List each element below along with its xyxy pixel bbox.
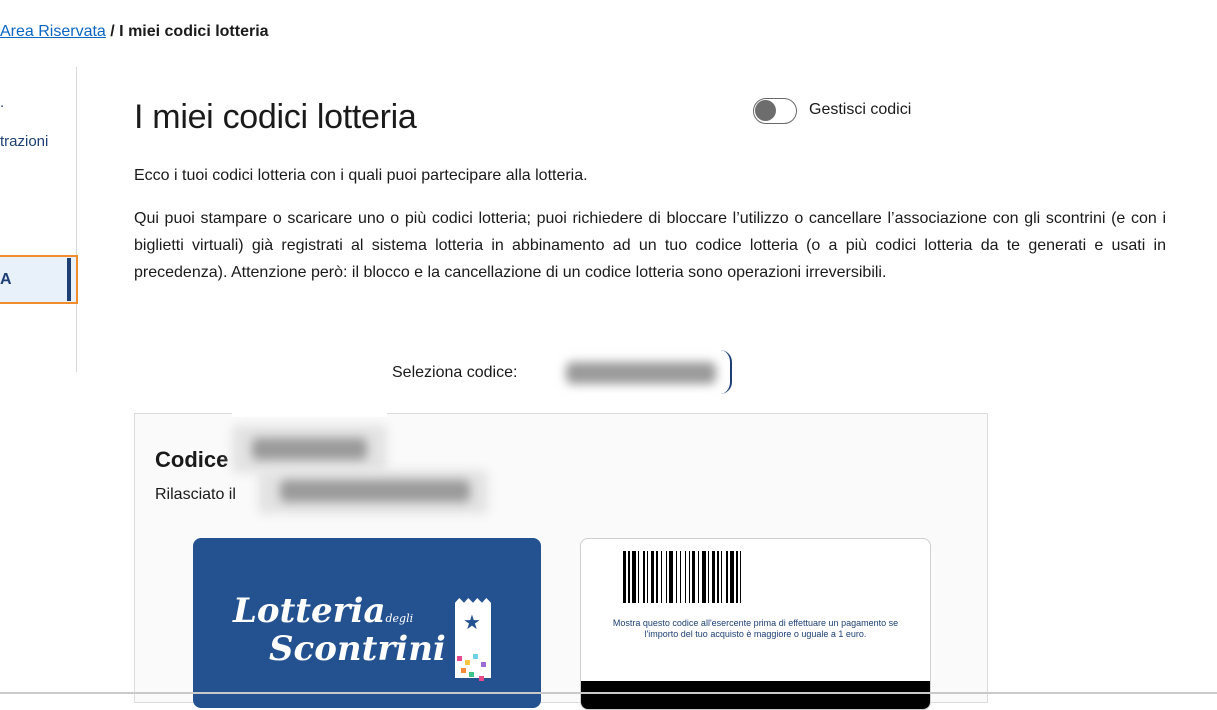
pixel-decoration: [473, 654, 478, 659]
barcode-stripe: [666, 551, 667, 603]
barcode-stripe: [726, 551, 728, 603]
logo-line-2: Scontrini: [269, 629, 446, 669]
barcode-stripe: [721, 551, 722, 603]
page-title: I miei codici lotteria: [134, 98, 417, 136]
barcode-stripe: [692, 551, 695, 603]
pixel-decoration: [461, 668, 466, 673]
card-title: Codice: [155, 447, 229, 472]
breadcrumb: Area Riservata / I miei codici lotteria: [0, 23, 269, 41]
pixel-decoration: [465, 660, 470, 665]
barcode: [623, 551, 741, 603]
select-code-label: Seleziona codice:: [392, 364, 518, 381]
barcode-stripe: [638, 551, 639, 603]
card-issued-label: Rilasciato il: [155, 486, 236, 503]
barcode-stripe: [669, 551, 673, 603]
barcode-stripe: [676, 551, 677, 603]
select-code-dropdown[interactable]: [552, 350, 732, 394]
description-text: Qui puoi stampare o scaricare uno o più …: [134, 210, 1166, 281]
intro-text: Ecco i tuoi codici lotteria con i quali …: [134, 167, 588, 184]
barcode-stripe: [685, 551, 686, 603]
lottery-logo: Lotteriadegli Scontrini: [233, 594, 446, 666]
redacted-code-value: [566, 362, 716, 384]
barcode-stripe: [689, 551, 690, 603]
barcode-stripe: [717, 551, 719, 603]
sidebar-item-active[interactable]: A: [0, 255, 78, 304]
logo-line-1: Lotteria: [233, 591, 386, 631]
barcode-stripe: [712, 551, 715, 603]
barcode-card: Mostra questo codice all'esercente prima…: [580, 538, 931, 710]
sidebar-active-indicator: [67, 258, 71, 301]
redacted-issue-date-text: [280, 480, 470, 502]
pixel-decoration: [469, 672, 474, 677]
barcode-stripe: [623, 551, 626, 603]
star-icon: ★: [463, 612, 481, 634]
barcode-stripe: [708, 551, 709, 603]
logo-small: degli: [385, 612, 414, 625]
lottery-logo-card: Lotteriadegli Scontrini ★: [193, 538, 541, 708]
barcode-stripe: [736, 551, 738, 603]
barcode-stripe: [661, 551, 662, 603]
sidebar-item-registrazioni[interactable]: trazioni: [0, 133, 48, 150]
barcode-stripe: [628, 551, 630, 603]
barcode-stripe: [680, 551, 681, 603]
barcode-stripe: [730, 551, 734, 603]
barcode-stripe: [702, 551, 706, 603]
barcode-stripe: [656, 551, 658, 603]
pixel-decoration: [481, 662, 486, 667]
manage-codes-toggle[interactable]: [753, 98, 797, 124]
pixel-decoration: [479, 676, 484, 681]
barcode-stripe: [698, 551, 699, 603]
card-mask: [232, 399, 387, 417]
barcode-stripe: [740, 551, 741, 603]
redacted-code-text: [252, 438, 367, 460]
barcode-note: Mostra questo codice all'esercente prima…: [612, 618, 899, 639]
toggle-knob: [755, 100, 776, 121]
sidebar-divider: [76, 67, 77, 372]
breadcrumb-current: I miei codici lotteria: [119, 23, 269, 40]
barcode-stripe: [643, 551, 645, 603]
barcode-stripe: [632, 551, 636, 603]
sidebar-fragment: .: [0, 94, 5, 111]
sidebar-active-label: A: [0, 271, 12, 288]
barcode-stripe: [651, 551, 654, 603]
barcode-card-footer: [581, 681, 930, 709]
breadcrumb-link-area-riservata[interactable]: Area Riservata: [0, 23, 106, 40]
barcode-stripe: [647, 551, 648, 603]
breadcrumb-separator: /: [105, 23, 120, 40]
pixel-decoration: [457, 656, 462, 661]
manage-codes-label: Gestisci codici: [809, 101, 912, 118]
